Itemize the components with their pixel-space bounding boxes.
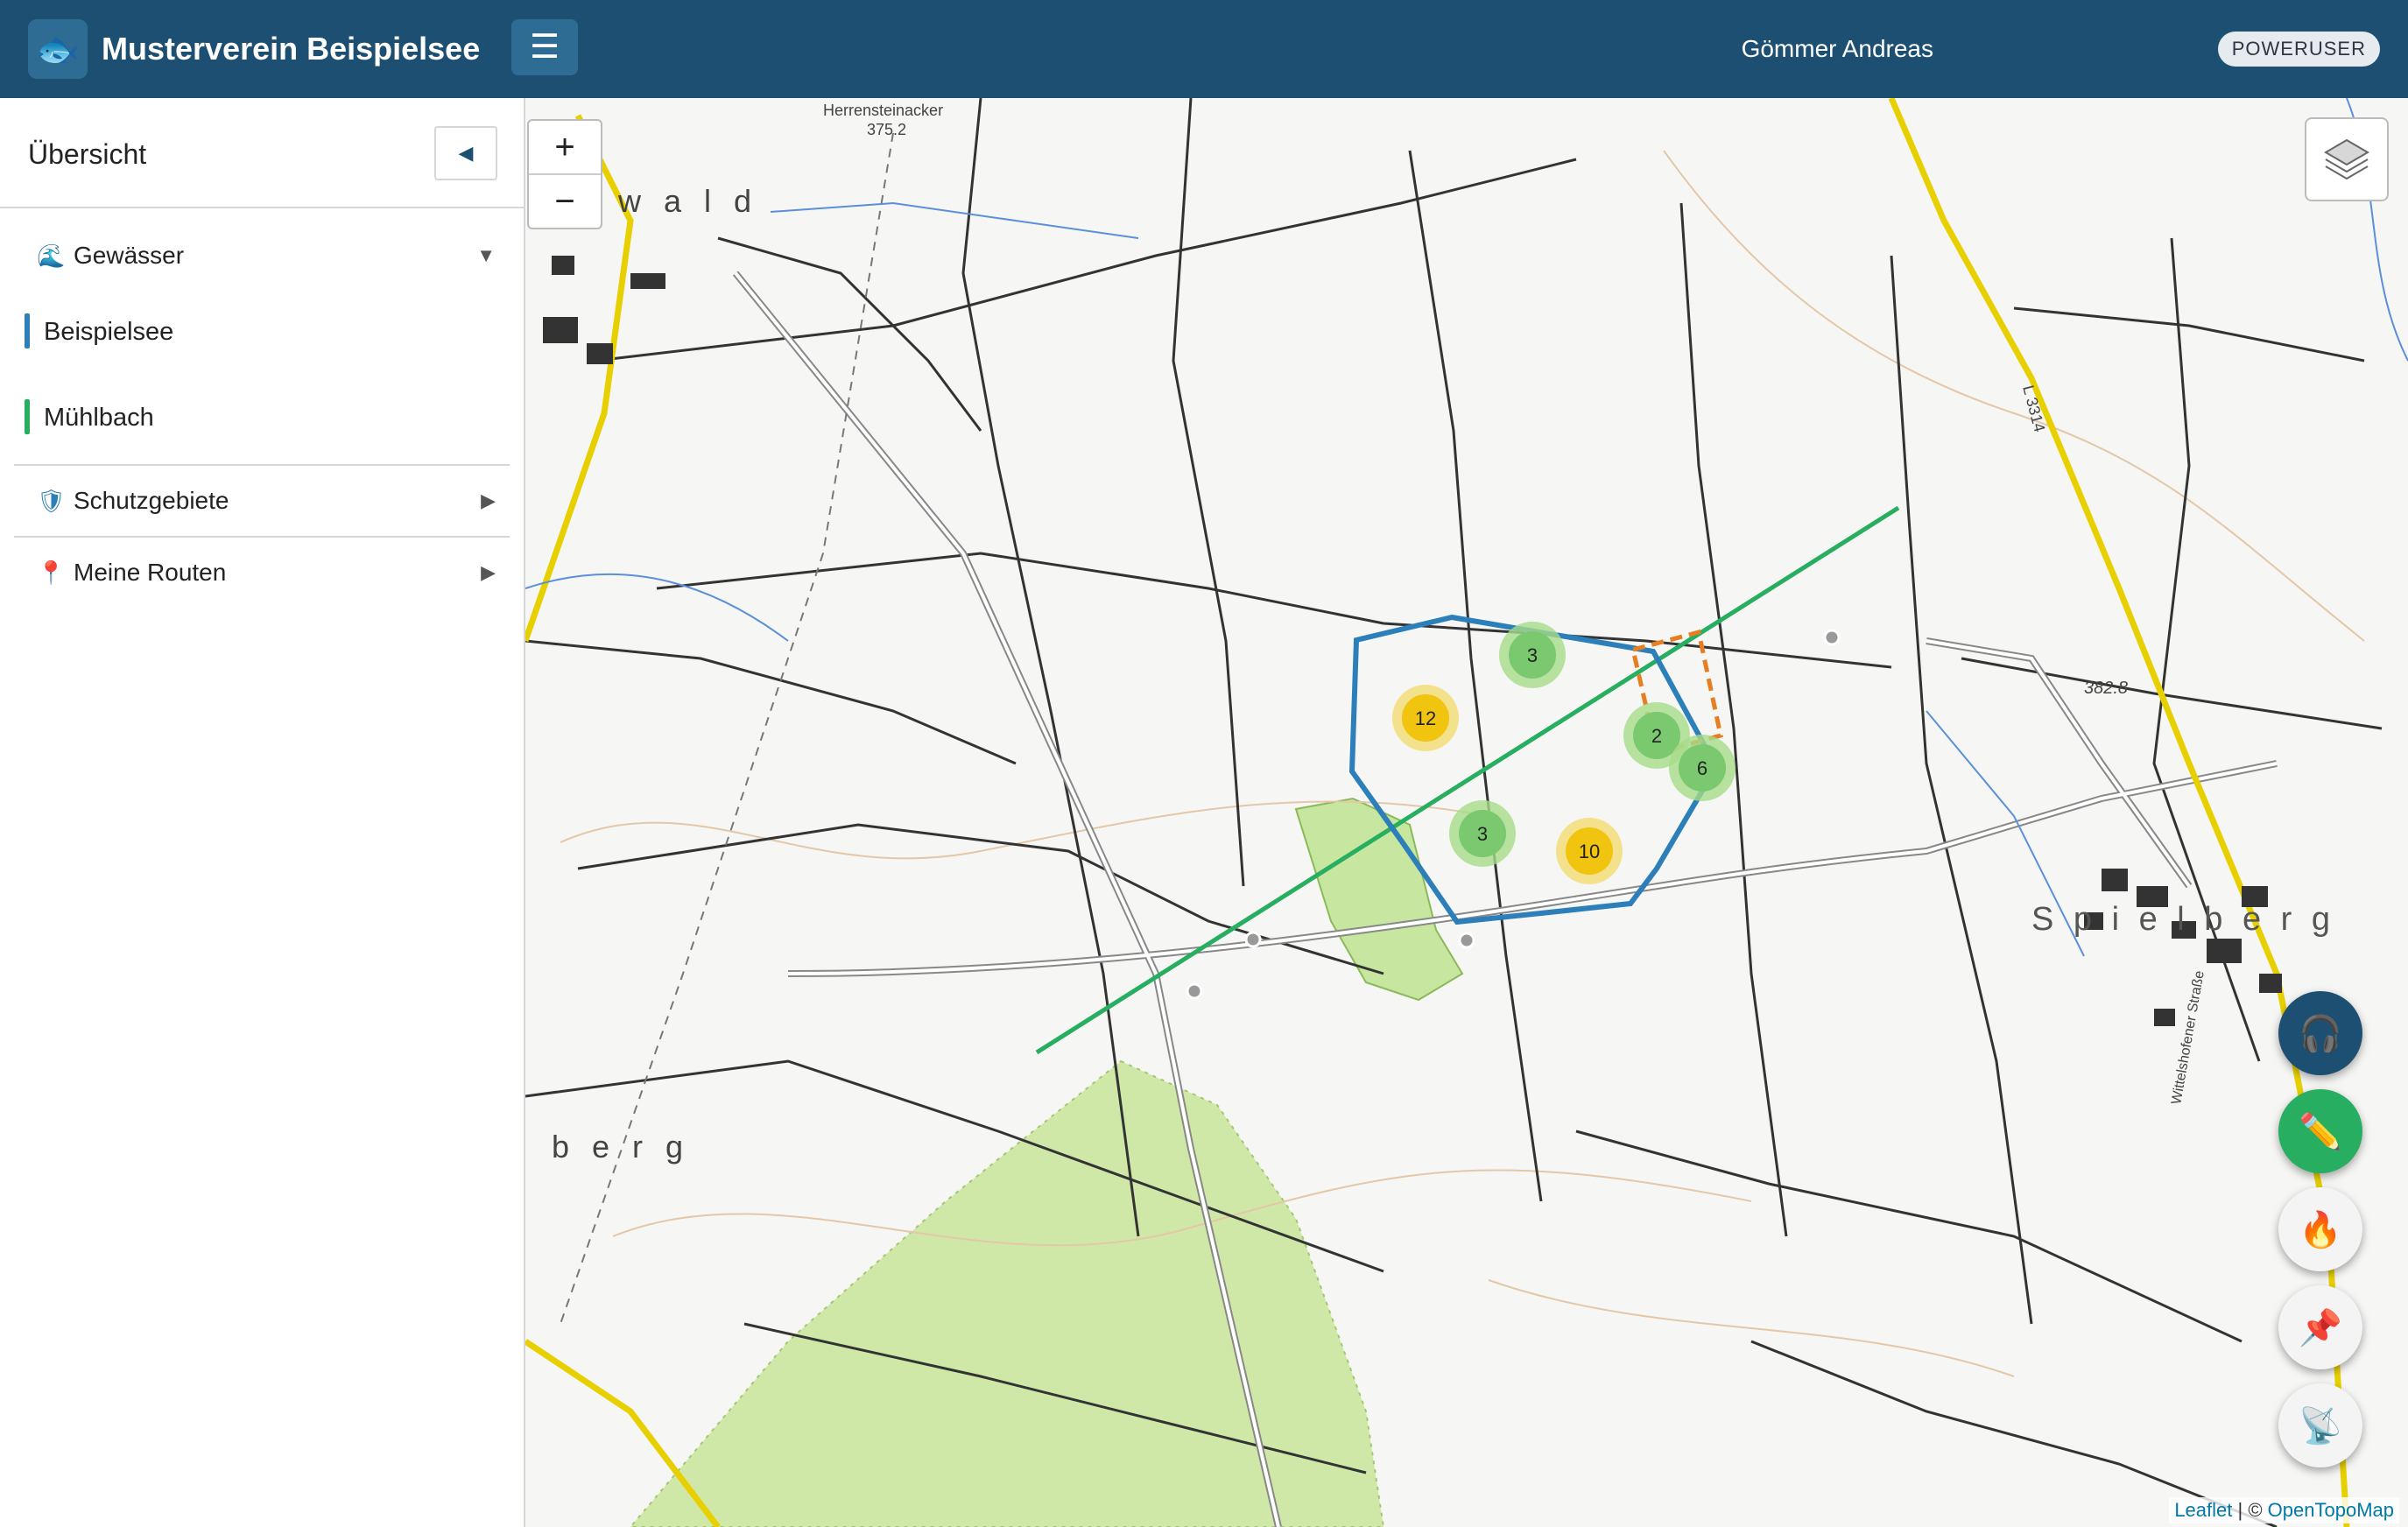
- headset-icon: 🎧: [2299, 1014, 2342, 1053]
- sidebar-item-muehlbach[interactable]: Mühlbach: [25, 391, 480, 443]
- elevation-label: 382.8: [2084, 679, 2128, 698]
- cluster-marker[interactable]: 3: [1499, 622, 1566, 688]
- caret-right-icon[interactable]: ▶: [481, 487, 496, 515]
- attribution-separator: | ©: [2237, 1499, 2263, 1521]
- map-attribution: Leaflet | © OpenTopoMap: [2169, 1497, 2399, 1523]
- fire-icon: 🔥: [2299, 1210, 2342, 1249]
- hamburger-menu-button[interactable]: ☰: [511, 19, 578, 75]
- role-badge: POWERUSER: [2217, 32, 2380, 67]
- svg-text:10: 10: [1579, 841, 1600, 862]
- sidebar-item-label: Beispielsee: [44, 318, 174, 346]
- user-name[interactable]: Gömmer Andreas: [1742, 33, 1933, 65]
- edit-pencil-button[interactable]: ✏️: [2278, 1089, 2362, 1173]
- svg-text:12: 12: [1415, 707, 1436, 729]
- sidebar-item-label: Mühlbach: [44, 404, 154, 432]
- pencil-icon: ✏️: [2299, 1112, 2342, 1151]
- color-bar: [25, 313, 30, 348]
- svg-text:2: 2: [1651, 725, 1662, 747]
- cluster-marker[interactable]: 6: [1669, 735, 1736, 801]
- cluster-marker[interactable]: 10: [1556, 818, 1623, 884]
- svg-text:3: 3: [1477, 823, 1488, 845]
- map-canvas[interactable]: Herrensteinacker 375.2 n w a l d S p i e…: [525, 98, 2408, 1527]
- group-header-schutzgebiete[interactable]: 🛡 Schutzgebiete ▶: [14, 466, 510, 536]
- sidebar-collapse-button[interactable]: ◀: [434, 126, 497, 180]
- zoom-out-button[interactable]: −: [529, 173, 601, 228]
- leaflet-link[interactable]: Leaflet: [2174, 1499, 2232, 1521]
- cluster-marker[interactable]: 3: [1449, 800, 1516, 867]
- svg-text:6: 6: [1697, 757, 1707, 779]
- group-label: Gewässer: [74, 242, 185, 269]
- layer-switcher-button[interactable]: [2305, 117, 2389, 201]
- caret-down-icon[interactable]: ▼: [476, 242, 496, 270]
- fish-icon[interactable]: 🐟: [28, 19, 88, 79]
- shield-icon: 🛡: [37, 488, 67, 514]
- group-label: Schutzgebiete: [74, 487, 229, 514]
- water-wave-icon: 🌊: [37, 243, 66, 269]
- layers-icon: [2324, 138, 2369, 180]
- map-basemap: Herrensteinacker 375.2 n w a l d S p i e…: [525, 98, 2408, 1527]
- sidebar: Übersicht ◀ 🌊 Gewässer ▼ Beispielsee Müh…: [0, 98, 525, 1527]
- group-gewaesser[interactable]: 🌊 Gewässer ▼: [14, 221, 510, 291]
- sidebar-title: Übersicht: [28, 138, 147, 170]
- caret-right-icon[interactable]: ▶: [481, 559, 496, 587]
- group-header-gewaesser[interactable]: 🌊 Gewässer ▼: [14, 221, 510, 291]
- sidebar-item-beispielsee[interactable]: Beispielsee: [25, 305, 480, 357]
- cluster-marker[interactable]: 12: [1392, 685, 1459, 751]
- elevation-label: 375.2: [867, 121, 906, 138]
- place-label: Herrensteinacker: [823, 102, 943, 119]
- group-header-meine-routen[interactable]: 📍 Meine Routen ▶: [14, 538, 510, 608]
- group-schutzgebiete[interactable]: 🛡 Schutzgebiete ▶: [14, 466, 510, 536]
- pin-icon: 📍: [37, 559, 66, 586]
- pushpin-icon: 📌: [2299, 1308, 2342, 1348]
- opentopomap-link[interactable]: OpenTopoMap: [2268, 1499, 2394, 1521]
- place-label: b e r g: [552, 1129, 690, 1165]
- svg-text:3: 3: [1527, 644, 1538, 666]
- app-title[interactable]: Musterverein Beispielsee: [102, 30, 480, 68]
- group-label: Meine Routen: [74, 559, 227, 586]
- place-label: S p i e l b e r g: [2031, 901, 2335, 938]
- pushpin-button[interactable]: 📌: [2278, 1285, 2362, 1369]
- color-bar: [25, 399, 30, 434]
- sidebar-header: Übersicht ◀: [0, 98, 524, 208]
- place-label: n w a l d: [578, 183, 758, 219]
- zoom-in-button[interactable]: +: [529, 121, 601, 173]
- top-navigation-bar: 🐟 Musterverein Beispielsee ☰ Gömmer Andr…: [0, 0, 2408, 98]
- support-headset-button[interactable]: 🎧: [2278, 991, 2362, 1075]
- group-meine-routen[interactable]: 📍 Meine Routen ▶: [14, 538, 510, 608]
- fire-button[interactable]: 🔥: [2278, 1187, 2362, 1271]
- zoom-control: + −: [527, 119, 602, 229]
- satellite-button[interactable]: 📡: [2278, 1383, 2362, 1467]
- satellite-dish-icon: 📡: [2299, 1406, 2342, 1446]
